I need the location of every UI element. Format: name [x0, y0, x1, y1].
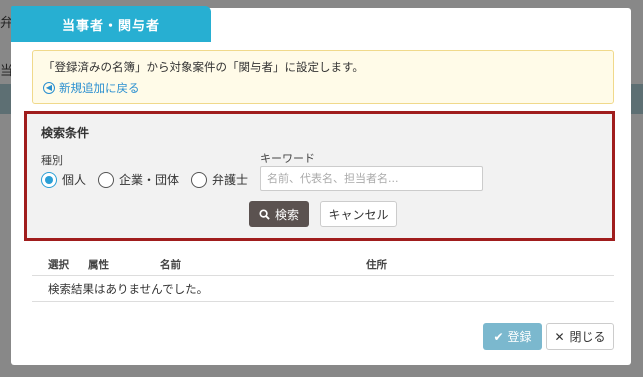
- radio-company[interactable]: 企業・団体: [98, 171, 179, 188]
- close-button[interactable]: ✕ 閉じる: [546, 323, 614, 350]
- close-icon: ✕: [554, 329, 565, 344]
- radio-unchecked-icon[interactable]: [191, 171, 208, 188]
- keyword-input[interactable]: [260, 166, 483, 191]
- check-icon: ✔: [493, 329, 504, 344]
- search-icon: [259, 208, 270, 220]
- column-header-select: 選択: [48, 259, 69, 271]
- results-table: 選択 属性 名前 住所 検索結果はありませんでした。: [32, 252, 614, 302]
- column-header-name: 名前: [160, 259, 181, 271]
- background-bar: [631, 84, 643, 114]
- column-header-address: 住所: [366, 259, 387, 271]
- register-button-label: 登録: [507, 330, 532, 344]
- empty-results-message: 検索結果はありませんでした。: [32, 276, 614, 302]
- cancel-button-label: キャンセル: [328, 207, 389, 222]
- radio-label: 弁護士: [212, 173, 249, 187]
- search-button[interactable]: 検索: [249, 201, 309, 227]
- background-bar: [0, 84, 11, 114]
- type-radio-group: 個人 企業・団体 弁護士: [41, 171, 260, 188]
- search-title: 検索条件: [41, 126, 90, 140]
- radio-individual[interactable]: 個人: [41, 171, 86, 188]
- table-header: 選択 属性 名前 住所: [32, 252, 614, 276]
- close-button-label: 閉じる: [569, 330, 606, 344]
- radio-lawyer[interactable]: 弁護士: [191, 171, 248, 188]
- type-label: 種別: [41, 154, 63, 167]
- back-link-label: 新規追加に戻る: [59, 81, 140, 95]
- register-button[interactable]: ✔ 登録: [483, 323, 542, 350]
- radio-label: 個人: [62, 173, 87, 187]
- cancel-button[interactable]: キャンセル: [320, 201, 397, 227]
- search-panel: 検索条件 種別 キーワード 個人 企業・団体 弁護士 検索 キャンセル: [24, 111, 615, 241]
- search-button-label: 検索: [274, 207, 299, 222]
- column-header-attribute: 属性: [88, 259, 109, 271]
- arrow-left-circle-icon: ◀: [43, 82, 55, 94]
- radio-label: 企業・団体: [119, 173, 180, 187]
- info-notice: 「登録済みの名簿」から対象案件の「関与者」に設定します。 ◀ 新規追加に戻る: [32, 50, 614, 104]
- back-to-new-link[interactable]: ◀ 新規追加に戻る: [43, 80, 603, 96]
- radio-unchecked-icon[interactable]: [98, 171, 115, 188]
- radio-checked-icon[interactable]: [41, 171, 57, 188]
- modal-title: 当事者・関与者: [11, 6, 211, 42]
- notice-text: 「登録済みの名簿」から対象案件の「関与者」に設定します。: [43, 60, 364, 74]
- keyword-label: キーワード: [260, 152, 315, 165]
